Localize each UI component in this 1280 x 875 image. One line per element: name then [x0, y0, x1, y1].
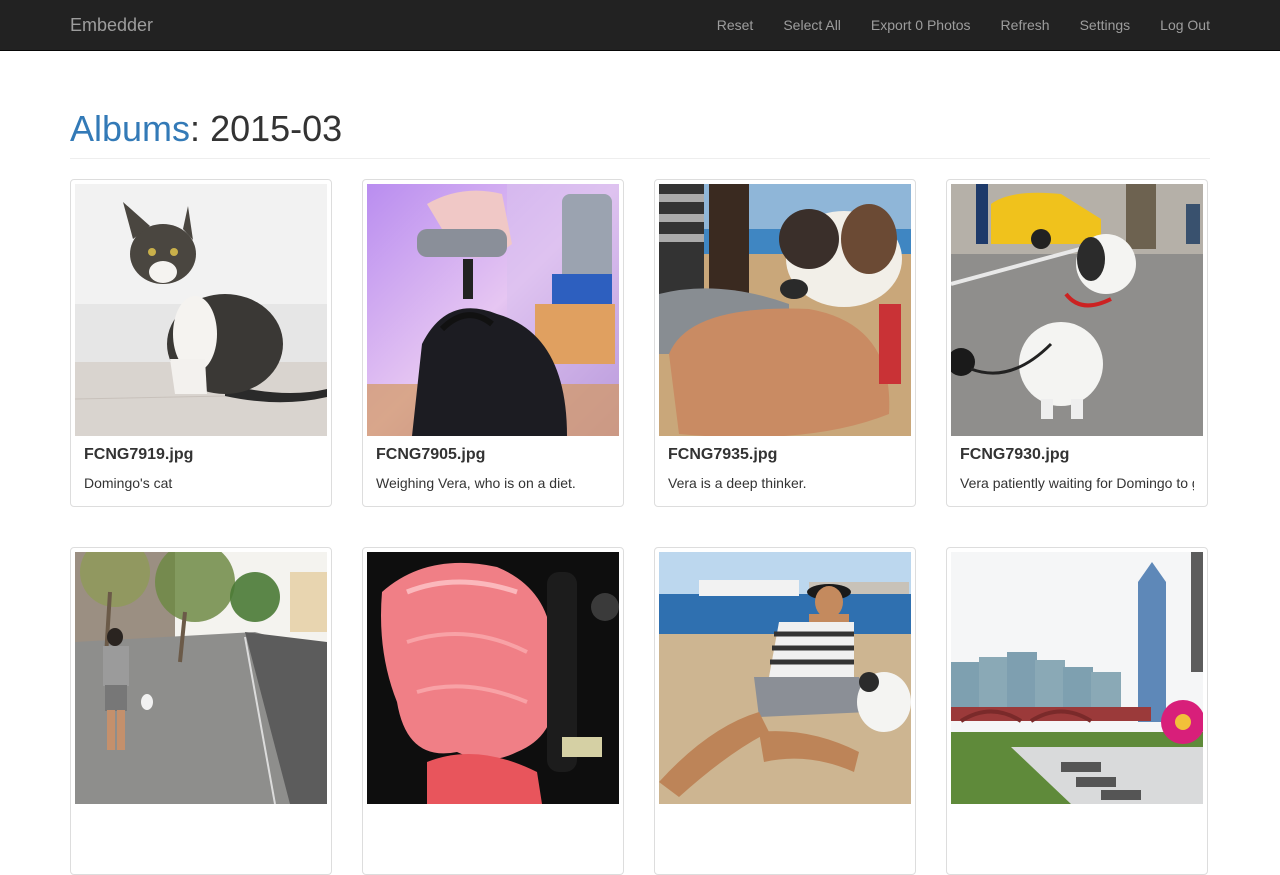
photo-weighing: [367, 184, 619, 436]
photo-caption: FCNG7935.jpg Vera is a deep thinker.: [659, 436, 911, 492]
albums-breadcrumb-link[interactable]: Albums: [70, 108, 190, 149]
photo-description: Domingo's cat: [84, 475, 173, 491]
photo-red-bags: [367, 552, 619, 804]
photo-skyline: [951, 552, 1203, 804]
photo-dog-street: [951, 184, 1203, 436]
photo-card[interactable]: FCNG7930.jpg Vera patiently waiting for …: [946, 179, 1208, 507]
photo-caption: [951, 804, 1203, 822]
album-name: 2015-03: [210, 108, 343, 149]
photo-filename: FCNG7905.jpg: [376, 446, 486, 463]
photo-filename: FCNG7935.jpg: [668, 446, 778, 463]
photo-description: Weighing Vera, who is on a diet.: [376, 475, 576, 491]
photo-caption: [659, 804, 911, 822]
export-photos-button[interactable]: Export 0 Photos: [856, 0, 986, 50]
photo-card[interactable]: [654, 547, 916, 875]
photo-description: Vera is a deep thinker.: [668, 475, 807, 491]
photo-filename: FCNG7930.jpg: [960, 446, 1070, 463]
photo-description: Vera patiently waiting for Domingo to g: [960, 475, 1194, 491]
photo-card[interactable]: FCNG7919.jpg Domingo's cat: [70, 179, 332, 507]
photo-street-walk: [75, 552, 327, 804]
photo-beach: [659, 552, 911, 804]
photo-card[interactable]: [70, 547, 332, 875]
refresh-button[interactable]: Refresh: [986, 0, 1065, 50]
select-all-button[interactable]: Select All: [768, 0, 856, 50]
settings-button[interactable]: Settings: [1065, 0, 1146, 50]
page-header: Albums: 2015-03: [70, 108, 1210, 159]
photo-cat: [75, 184, 327, 436]
top-navbar: Embedder Reset Select All Export 0 Photo…: [0, 0, 1280, 51]
logout-button[interactable]: Log Out: [1145, 0, 1225, 50]
photo-card[interactable]: [362, 547, 624, 875]
photo-caption: FCNG7930.jpg Vera patiently waiting for …: [951, 436, 1203, 492]
photo-card[interactable]: [946, 547, 1208, 875]
photo-card[interactable]: FCNG7905.jpg Weighing Vera, who is on a …: [362, 179, 624, 507]
photo-filename: FCNG7919.jpg: [84, 446, 194, 463]
photo-grid: FCNG7919.jpg Domingo's cat FCNG7905.jpg …: [70, 179, 1212, 875]
photo-caption: [75, 804, 327, 822]
photo-dog-arm: [659, 184, 911, 436]
page-title: Albums: 2015-03: [70, 108, 1210, 150]
title-separator: :: [190, 108, 211, 149]
photo-caption: FCNG7905.jpg Weighing Vera, who is on a …: [367, 436, 619, 492]
reset-button[interactable]: Reset: [702, 0, 769, 50]
brand-link[interactable]: Embedder: [70, 15, 153, 35]
photo-caption: FCNG7919.jpg Domingo's cat: [75, 436, 327, 492]
nav-menu: Reset Select All Export 0 Photos Refresh…: [702, 0, 1225, 50]
photo-card[interactable]: FCNG7935.jpg Vera is a deep thinker.: [654, 179, 916, 507]
photo-caption: [367, 804, 619, 822]
